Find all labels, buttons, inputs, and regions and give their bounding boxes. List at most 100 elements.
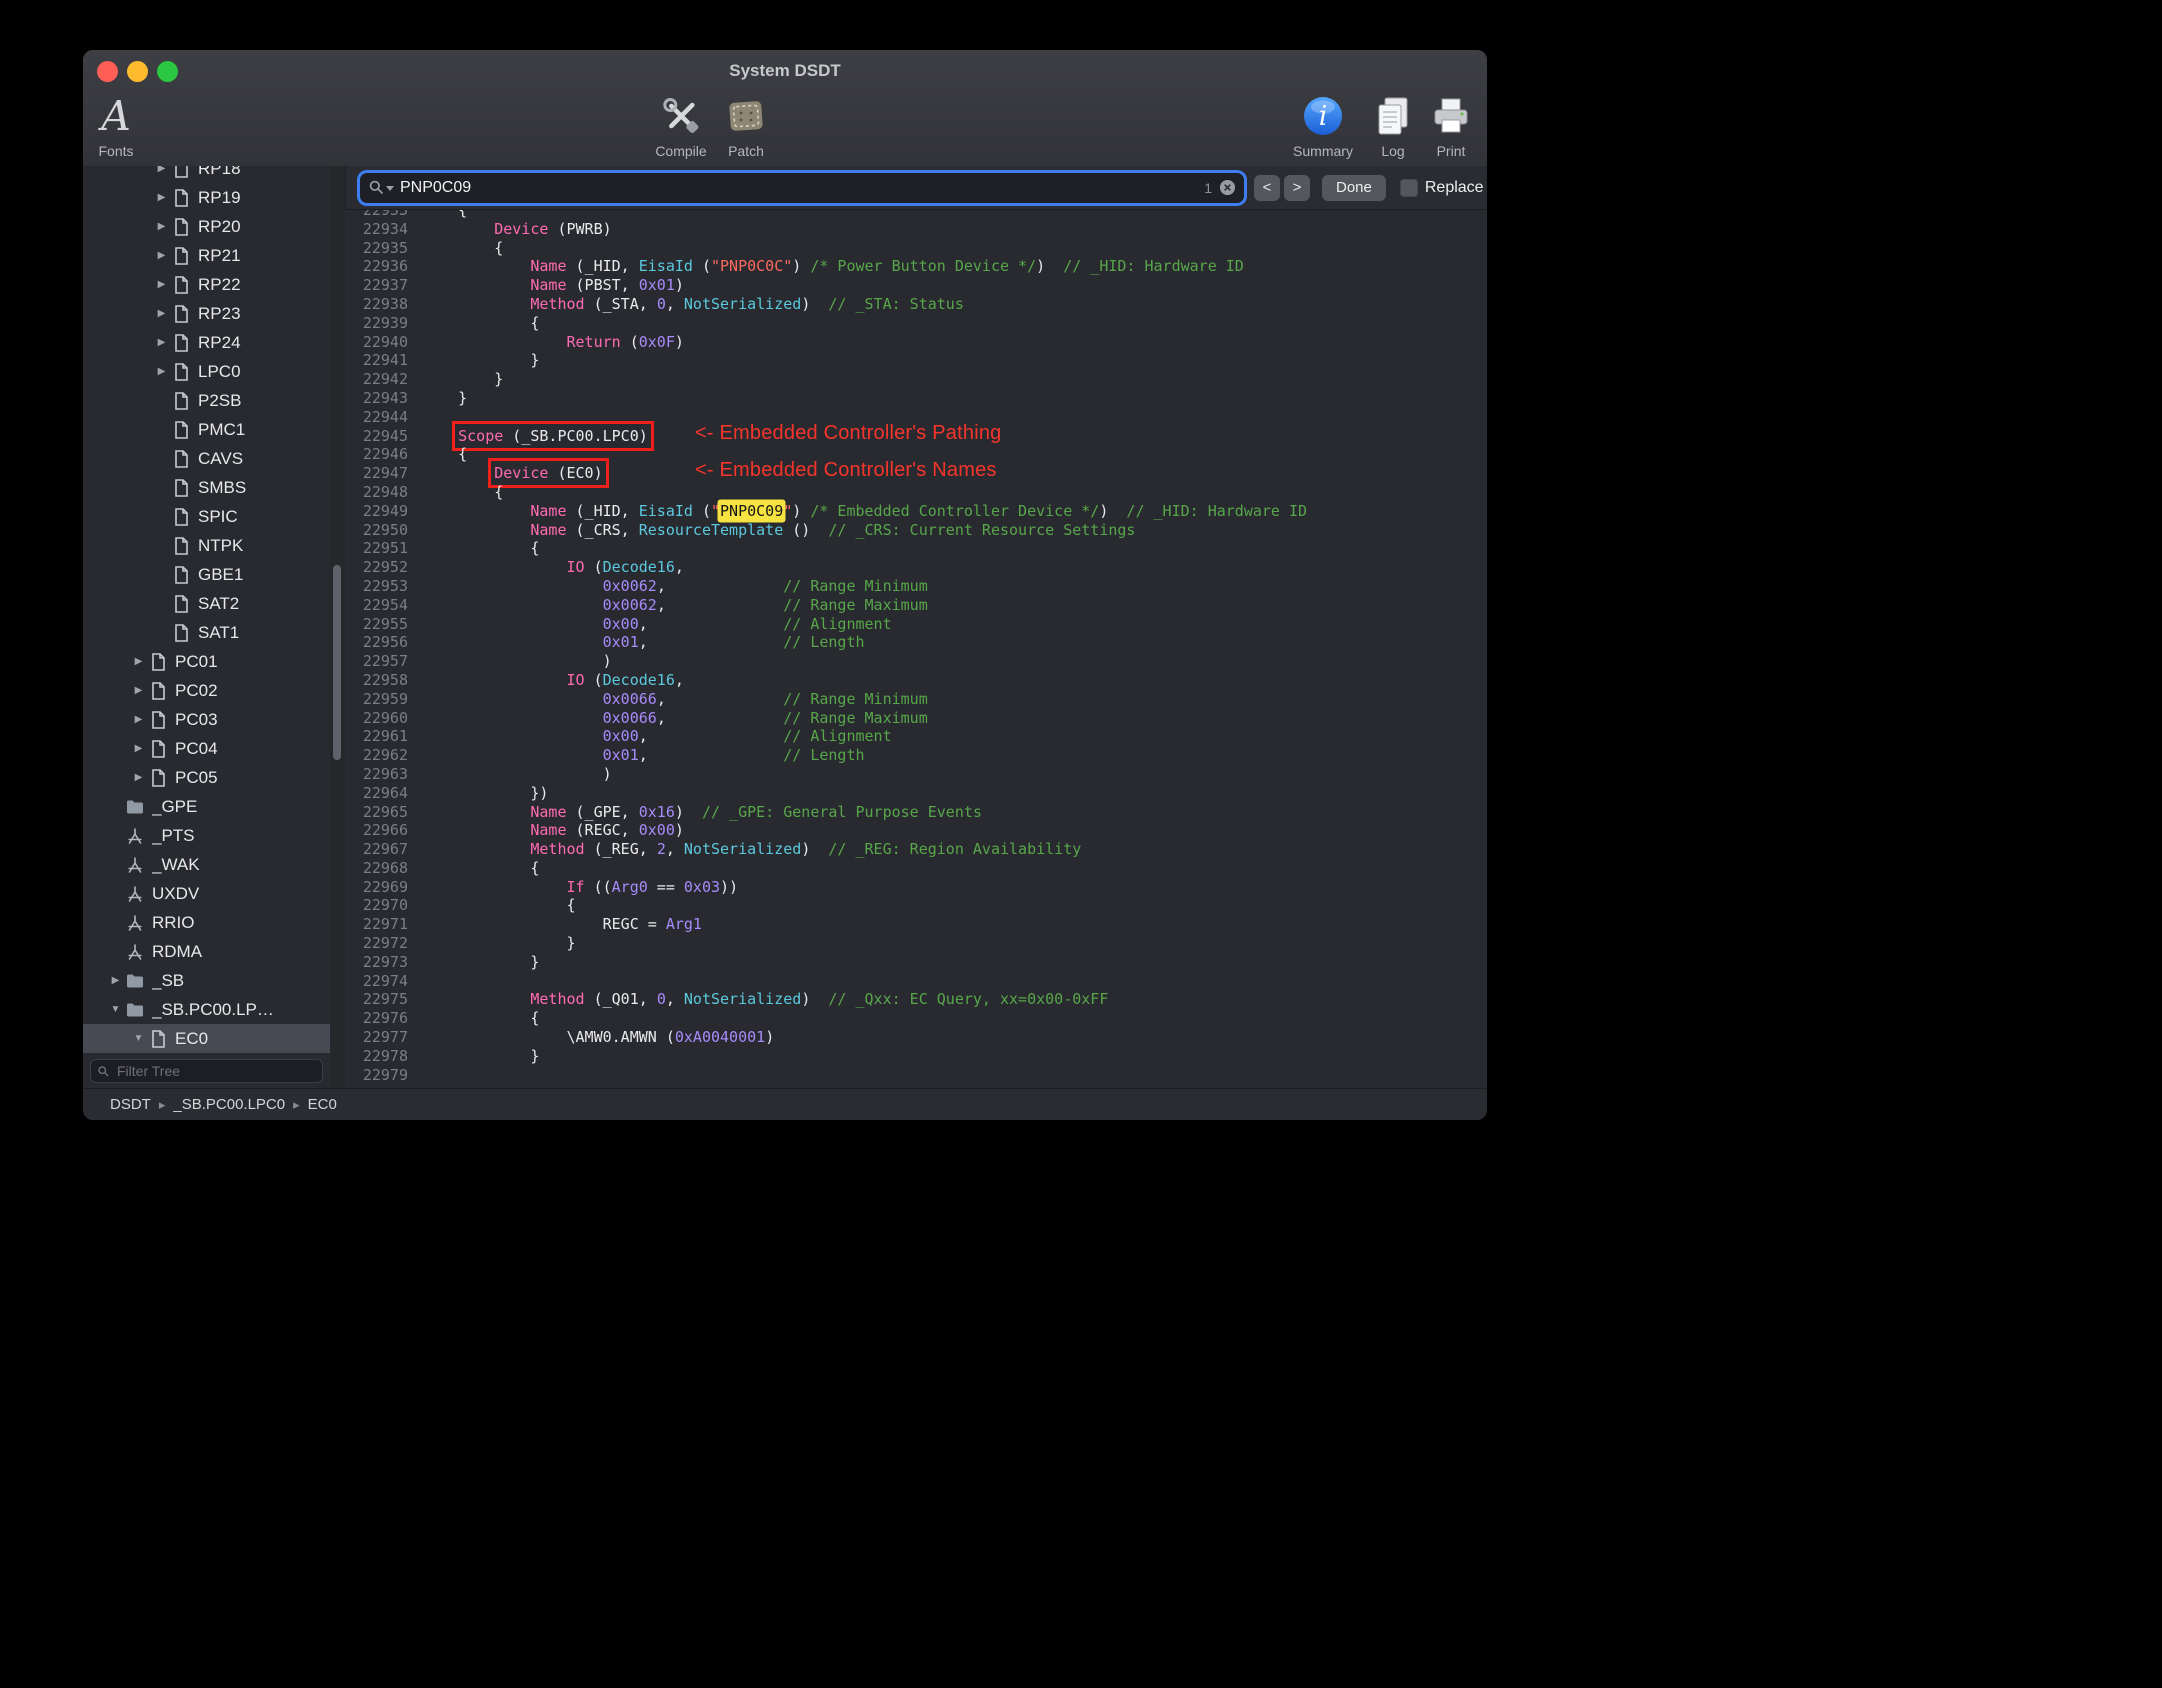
line-number: 22945 <box>362 426 408 445</box>
search-options-caret-icon[interactable] <box>386 186 394 191</box>
code-line: 22969 If ((Arg0 == 0x03)) <box>345 878 1487 897</box>
sidebar-item-p2sb[interactable]: P2SB <box>83 386 330 415</box>
sidebar-item-rp19[interactable]: ▶ RP19 <box>83 183 330 212</box>
sidebar-item-rp18[interactable]: ▶ RP18 <box>83 166 330 183</box>
doc-icon <box>171 333 191 353</box>
sidebar-item-spic[interactable]: SPIC <box>83 502 330 531</box>
disclosure-triangle-icon[interactable]: ▶ <box>153 308 170 319</box>
sidebar-item-label: UXDV <box>152 883 200 903</box>
sidebar-item-rrio[interactable]: RRIO <box>83 908 330 937</box>
code-line: 22958 IO (Decode16, <box>345 671 1487 690</box>
disclosure-triangle-icon[interactable]: ▼ <box>107 1004 124 1015</box>
breadcrumb-item-dsdt[interactable]: DSDT <box>110 1096 151 1113</box>
line-number: 22976 <box>362 1009 408 1028</box>
disclosure-triangle-icon[interactable]: ▶ <box>153 366 170 377</box>
disclosure-triangle-icon[interactable]: ▶ <box>130 743 147 754</box>
line-number: 22943 <box>362 388 408 407</box>
sidebar-item-label: _SB.PC00.LP… <box>152 999 274 1019</box>
code-line: 22948 { <box>345 483 1487 502</box>
sidebar-item-_sbpc00lp[interactable]: ▼ _SB.PC00.LP… <box>83 995 330 1024</box>
disclosure-triangle-icon[interactable]: ▶ <box>153 279 170 290</box>
sidebar-item-rdma[interactable]: RDMA <box>83 937 330 966</box>
sidebar-tree-scroll[interactable]: ▶ RP18 ▶ RP19 ▶ RP20 ▶ RP21 ▶ RP22 ▶ RP23 ▶ RP24 ▶ LPC0… <box>83 166 330 1058</box>
sidebar-item-uxdv[interactable]: UXDV <box>83 879 330 908</box>
sidebar-item-rp23[interactable]: ▶ RP23 <box>83 299 330 328</box>
sidebar: ▶ RP18 ▶ RP19 ▶ RP20 ▶ RP21 ▶ RP22 ▶ RP23 ▶ RP24 ▶ LPC0… <box>83 166 330 1088</box>
toolbar-label: Compile <box>655 143 707 159</box>
code-line: 22963 ) <box>345 765 1487 784</box>
sidebar-item-sat1[interactable]: SAT1 <box>83 618 330 647</box>
filter-field[interactable] <box>90 1059 323 1083</box>
find-bar: 1 < > Done Replace <box>345 166 1487 210</box>
sidebar-item-smbs[interactable]: SMBS <box>83 473 330 502</box>
sidebar-item-ntpk[interactable]: NTPK <box>83 531 330 560</box>
disclosure-triangle-icon[interactable]: ▶ <box>153 250 170 261</box>
sidebar-item-label: P2SB <box>198 390 242 410</box>
sidebar-item-lpc0[interactable]: ▶ LPC0 <box>83 357 330 386</box>
sidebar-item-_sb[interactable]: ▶ _SB <box>83 966 330 995</box>
disclosure-triangle-icon[interactable]: ▶ <box>107 975 124 986</box>
filter-input[interactable] <box>115 1062 316 1080</box>
disclosure-triangle-icon[interactable]: ▶ <box>153 166 170 174</box>
line-number: 22941 <box>362 351 408 370</box>
sidebar-item-sat2[interactable]: SAT2 <box>83 589 330 618</box>
code-line: 22955 0x00, // Alignment <box>345 615 1487 634</box>
window-chrome: System DSDT A Fonts Compile Patch i Summ… <box>83 50 1487 167</box>
toolbar-button-patch[interactable]: Patch <box>723 90 769 159</box>
disclosure-triangle-icon[interactable]: ▶ <box>130 772 147 783</box>
clear-search-icon[interactable] <box>1219 179 1236 196</box>
replace-checkbox[interactable] <box>1399 178 1418 197</box>
toolbar-button-print[interactable]: Print <box>1428 90 1474 159</box>
breadcrumb-item-ec0[interactable]: EC0 <box>308 1096 337 1113</box>
done-button[interactable]: Done <box>1322 174 1386 201</box>
toolbar-button-fonts[interactable]: A Fonts <box>98 90 133 159</box>
sidebar-item-pc05[interactable]: ▶ PC05 <box>83 763 330 792</box>
sidebar-item-cavs[interactable]: CAVS <box>83 444 330 473</box>
toolbar-button-summary[interactable]: i Summary <box>1293 90 1353 159</box>
doc-icon <box>171 362 191 382</box>
sidebar-item-_wak[interactable]: _WAK <box>83 850 330 879</box>
disclosure-triangle-icon[interactable]: ▶ <box>153 221 170 232</box>
disclosure-triangle-icon[interactable]: ▶ <box>153 192 170 203</box>
code-editor[interactable]: 22933 {22934 Device (PWRB) 22935 {22936 N… <box>345 210 1487 1088</box>
toolbar-button-compile[interactable]: Compile <box>655 90 707 159</box>
sidebar-item-label: SPIC <box>198 506 238 526</box>
find-previous-button[interactable]: < <box>1254 174 1280 201</box>
sidebar-item-pc01[interactable]: ▶ PC01 <box>83 647 330 676</box>
sidebar-item-pc03[interactable]: ▶ PC03 <box>83 705 330 734</box>
line-number: 22949 <box>362 501 408 520</box>
sidebar-item-pmc1[interactable]: PMC1 <box>83 415 330 444</box>
sidebar-item-pc02[interactable]: ▶ PC02 <box>83 676 330 705</box>
find-field[interactable]: 1 <box>360 172 1244 203</box>
find-input[interactable] <box>398 177 1205 198</box>
sidebar-item-label: RP22 <box>198 274 241 294</box>
sidebar-item-label: NTPK <box>198 535 244 555</box>
disclosure-triangle-icon[interactable]: ▶ <box>153 337 170 348</box>
line-number: 22952 <box>362 558 408 577</box>
toolbar-button-log[interactable]: Log <box>1370 90 1416 159</box>
sidebar-item-rp20[interactable]: ▶ RP20 <box>83 212 330 241</box>
sidebar-item-gbe1[interactable]: GBE1 <box>83 560 330 589</box>
breadcrumb-item-lpc0[interactable]: _SB.PC00.LPC0 <box>173 1096 285 1113</box>
sidebar-item-_gpe[interactable]: _GPE <box>83 792 330 821</box>
sidebar-item-label: LPC0 <box>198 361 241 381</box>
sidebar-item-rp21[interactable]: ▶ RP21 <box>83 241 330 270</box>
sidebar-item-pc04[interactable]: ▶ PC04 <box>83 734 330 763</box>
find-next-button[interactable]: > <box>1284 174 1310 201</box>
disclosure-triangle-icon[interactable]: ▼ <box>130 1033 147 1044</box>
sidebar-item-_pts[interactable]: _PTS <box>83 821 330 850</box>
annotation-text: <- Embedded Controller's Names <box>695 459 997 482</box>
sidebar-item-rp22[interactable]: ▶ RP22 <box>83 270 330 299</box>
line-number: 22935 <box>362 238 408 257</box>
code-line: 22935 { <box>345 239 1487 258</box>
doc-icon <box>148 768 168 788</box>
disclosure-triangle-icon[interactable]: ▶ <box>130 656 147 667</box>
code-line: 22940 Return (0x0F) <box>345 333 1487 352</box>
log-pages-icon <box>1370 90 1416 142</box>
sidebar-scrollbar-thumb[interactable] <box>333 565 341 760</box>
doc-icon <box>171 478 191 498</box>
disclosure-triangle-icon[interactable]: ▶ <box>130 714 147 725</box>
sidebar-item-rp24[interactable]: ▶ RP24 <box>83 328 330 357</box>
disclosure-triangle-icon[interactable]: ▶ <box>130 685 147 696</box>
sidebar-item-ec0[interactable]: ▼ EC0 <box>83 1024 330 1053</box>
